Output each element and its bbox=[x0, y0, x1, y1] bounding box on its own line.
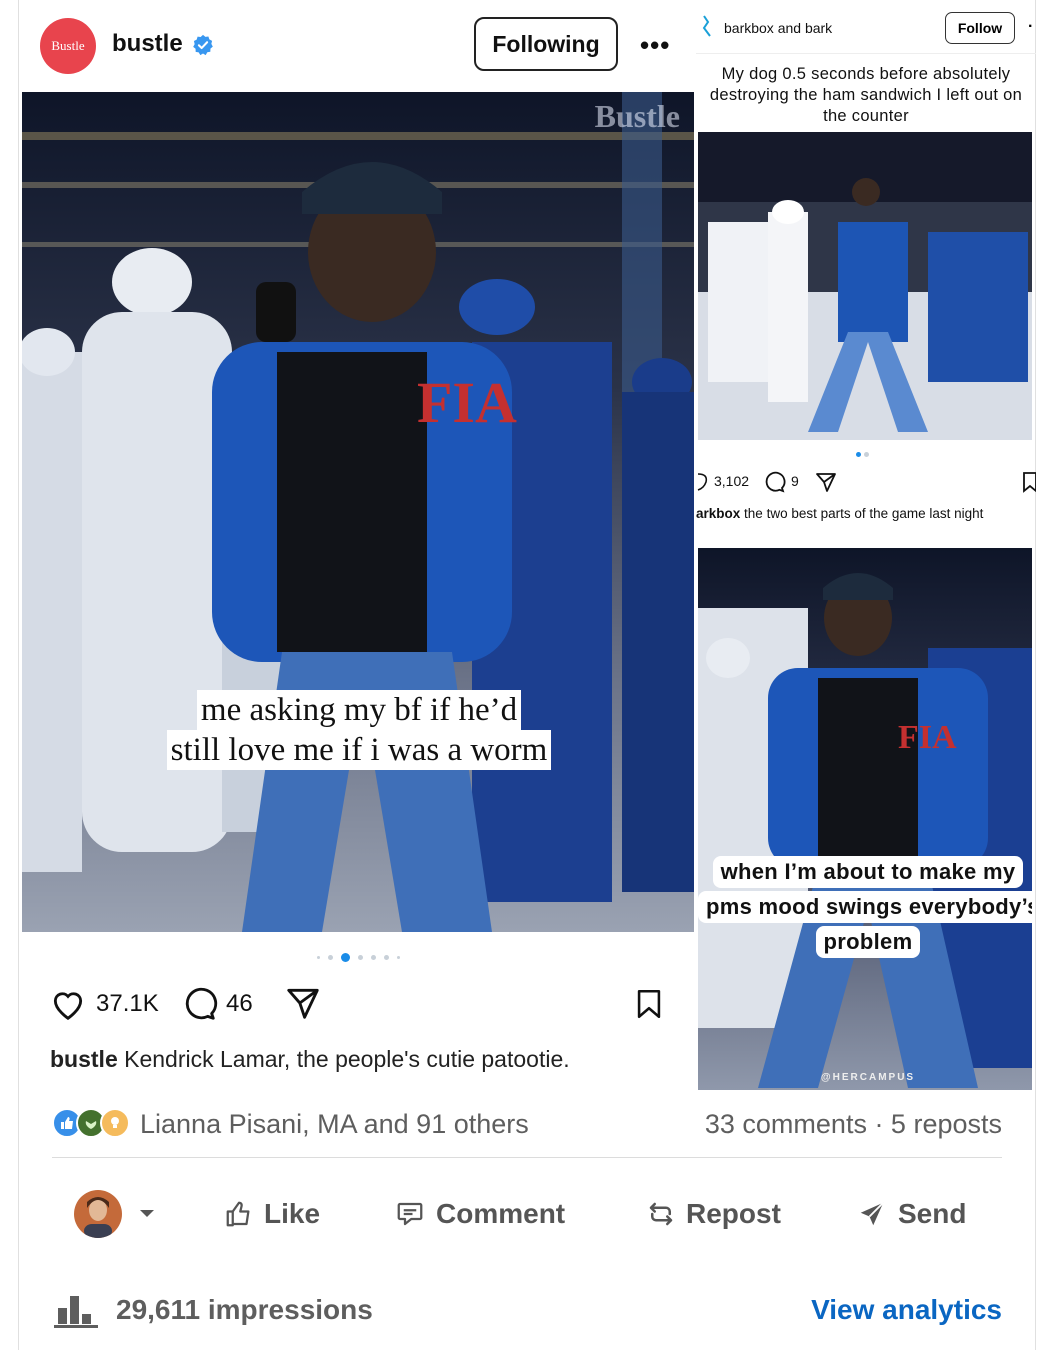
post-header: Bustle bustle Following ••• bbox=[22, 0, 694, 90]
share-icon[interactable] bbox=[814, 470, 838, 494]
caption-text: Kendrick Lamar, the people's cutie patoo… bbox=[124, 1046, 570, 1072]
bustle-watermark: Bustle bbox=[594, 98, 680, 134]
repost-label: Repost bbox=[686, 1198, 781, 1229]
performance-photo: FIA bbox=[698, 548, 1032, 1090]
caption-username[interactable]: bustle bbox=[50, 1046, 118, 1072]
carousel-indicator bbox=[22, 950, 694, 964]
repost-icon bbox=[649, 1202, 673, 1226]
follow-button[interactable]: Follow bbox=[945, 12, 1015, 44]
comment-action[interactable]: 46 bbox=[180, 982, 253, 1026]
send-button[interactable]: Send bbox=[856, 1194, 966, 1234]
meme-caption: me asking my bf if he’d still love me if… bbox=[154, 690, 564, 770]
repost-button[interactable]: Repost bbox=[646, 1194, 781, 1234]
avatar[interactable] bbox=[74, 1190, 122, 1238]
send-label: Send bbox=[898, 1198, 967, 1229]
send-icon bbox=[860, 1202, 884, 1226]
instagram-post-barkbox: barkbox and bark Follow · My dog 0.5 sec… bbox=[696, 0, 1036, 1090]
meme-caption-line-1: me asking my bf if he’d bbox=[196, 690, 522, 730]
like-count: 3,102 bbox=[714, 473, 750, 489]
bar-chart-icon bbox=[54, 1296, 98, 1328]
verified-badge-icon bbox=[193, 34, 213, 56]
comment-button[interactable]: Comment bbox=[394, 1194, 565, 1234]
carousel-indicator bbox=[856, 452, 869, 457]
comment-count: 46 bbox=[226, 990, 253, 1017]
avatar[interactable]: Bustle bbox=[40, 18, 96, 74]
barkbox-logo-icon[interactable] bbox=[700, 14, 714, 40]
reaction-icons[interactable] bbox=[52, 1108, 134, 1142]
comment-bubble-icon[interactable] bbox=[762, 470, 786, 494]
like-button[interactable]: Like bbox=[224, 1194, 320, 1234]
bookmark-icon[interactable] bbox=[632, 984, 666, 1024]
post-caption: bustle Kendrick Lamar, the people's cuti… bbox=[50, 1046, 570, 1073]
post-action-bar: Like Comment Repost Send bbox=[52, 1186, 1002, 1242]
meme-caption-line-2: still love me if i was a worm bbox=[166, 730, 552, 770]
insightful-reaction-icon bbox=[100, 1108, 130, 1138]
comment-count: 9 bbox=[791, 473, 799, 489]
following-button[interactable]: Following bbox=[474, 17, 618, 71]
meme-caption-line-3: problem bbox=[815, 926, 921, 958]
comment-bubble-icon bbox=[185, 987, 218, 1020]
like-count: 37.1K bbox=[96, 990, 159, 1017]
chevron-down-icon[interactable] bbox=[136, 1202, 158, 1224]
post-caption: arkbox the two best parts of the game la… bbox=[696, 506, 1036, 521]
post-title: My dog 0.5 seconds before absolutely des… bbox=[709, 65, 1023, 125]
thumbs-up-icon bbox=[226, 1201, 250, 1227]
meme-caption-line-2: pms mood swings everybody’s bbox=[698, 891, 1032, 923]
bookmark-icon[interactable] bbox=[1022, 470, 1036, 494]
meme-caption: when I’m about to make my pms mood swing… bbox=[698, 856, 1032, 961]
reactors-summary[interactable]: Lianna Pisani, MA and 91 others bbox=[140, 1109, 529, 1140]
more-options-icon[interactable]: · bbox=[1028, 18, 1033, 36]
like-label: Like bbox=[264, 1198, 321, 1229]
comment-icon bbox=[397, 1202, 423, 1226]
analytics-row: 29,611 impressions View analytics bbox=[52, 1288, 1002, 1332]
post-header: barkbox and bark Follow · bbox=[696, 0, 1036, 54]
username[interactable]: barkbox and bark bbox=[724, 20, 832, 36]
comment-label: Comment bbox=[436, 1198, 566, 1229]
like-action[interactable]: 37.1K bbox=[48, 982, 159, 1026]
hercampus-watermark: @HERCAMPUS bbox=[820, 1072, 916, 1083]
post-actions: 3,102 9 bbox=[696, 468, 1036, 496]
social-counts: Lianna Pisani, MA and 91 others 33 comme… bbox=[52, 1104, 1002, 1148]
username[interactable]: bustle bbox=[112, 30, 183, 58]
view-analytics-link[interactable]: View analytics bbox=[811, 1294, 1002, 1326]
heart-icon bbox=[53, 992, 83, 1020]
performance-photo: FIA bbox=[22, 92, 694, 932]
divider bbox=[52, 1157, 1002, 1158]
caption-username[interactable]: arkbox bbox=[696, 506, 740, 521]
performance-photo-inverted bbox=[698, 132, 1032, 440]
caption-text: the two best parts of the game last nigh… bbox=[744, 506, 984, 521]
meme-caption-line-1: when I’m about to make my bbox=[712, 856, 1024, 888]
post-media[interactable] bbox=[698, 132, 1032, 440]
svg-text:FIA: FIA bbox=[417, 370, 517, 435]
more-options-icon[interactable]: ••• bbox=[640, 30, 670, 61]
impressions-count: 29,611 impressions bbox=[116, 1294, 373, 1325]
second-post-media[interactable]: FIA when I’m about to make my pms mood s… bbox=[698, 548, 1032, 1090]
heart-icon[interactable] bbox=[696, 472, 710, 492]
instagram-post-bustle: Bustle bustle Following ••• FIA Bustle m… bbox=[22, 0, 694, 1090]
svg-text:FIA: FIA bbox=[898, 719, 957, 756]
post-media[interactable]: FIA Bustle me asking my bf if he’d still… bbox=[22, 92, 694, 932]
share-icon[interactable] bbox=[284, 984, 322, 1022]
post-actions: 37.1K 46 bbox=[22, 982, 694, 1026]
comments-reposts-count[interactable]: 33 comments · 5 reposts bbox=[705, 1109, 1002, 1140]
